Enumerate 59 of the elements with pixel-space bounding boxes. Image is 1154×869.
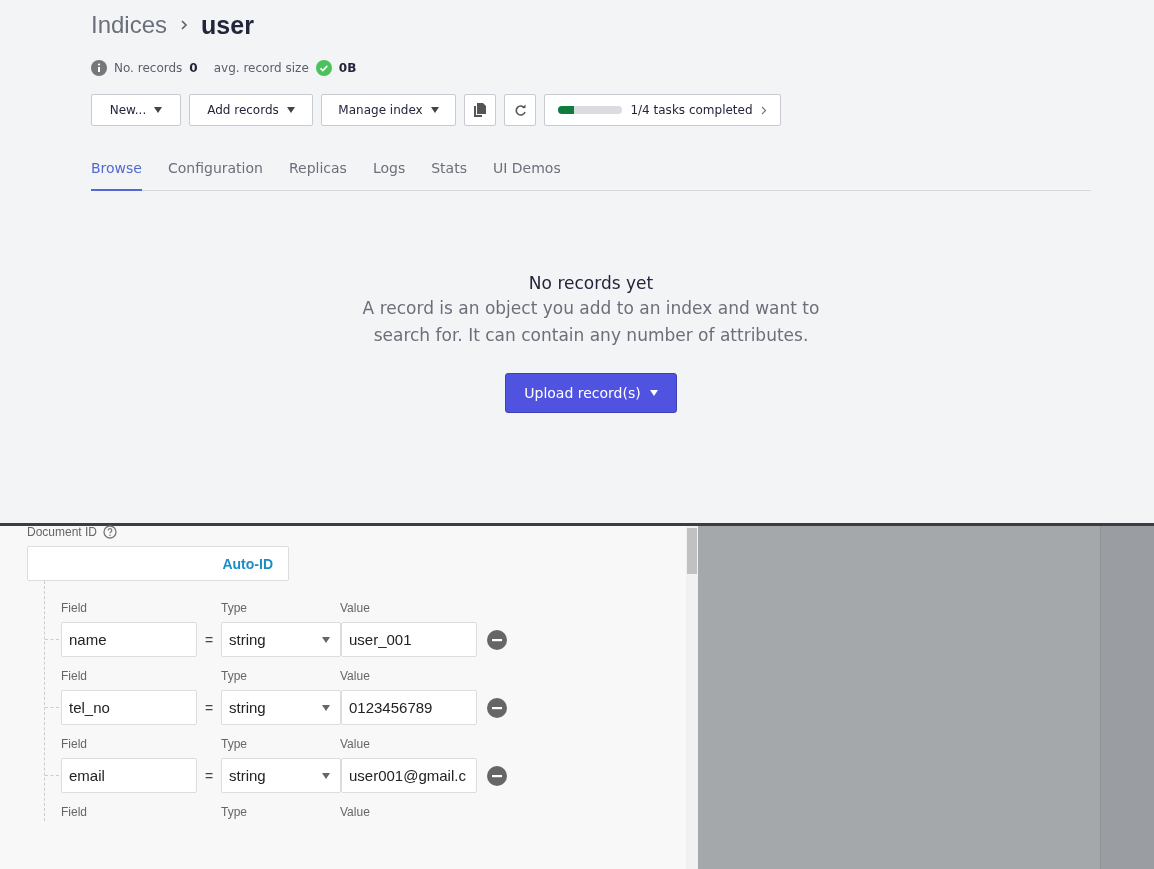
copy-button[interactable] (464, 94, 496, 126)
copy-icon (474, 103, 486, 117)
type-select[interactable]: string (221, 758, 341, 793)
scrollbar[interactable] (686, 526, 698, 869)
field-label: Type (221, 737, 248, 753)
value-input[interactable]: user001@gmail.c (341, 758, 477, 793)
tab[interactable]: Replicas (288, 160, 347, 191)
equals-sign: = (203, 631, 215, 648)
empty-state-description: A record is an object you add to an index and want to search for. It can contain any number of attributes. (361, 297, 821, 347)
check-circle-icon (315, 60, 332, 76)
field-label: Type (221, 669, 248, 685)
field-label: Value (340, 601, 370, 617)
chevron-right-icon (179, 19, 190, 31)
value-input[interactable]: 0123456789 (341, 690, 477, 725)
field-label: Type (221, 601, 248, 617)
field-label: Value (340, 805, 370, 821)
tab[interactable]: Logs (372, 160, 406, 191)
field-label: Field (61, 601, 88, 617)
info-icon (91, 60, 107, 76)
type-select[interactable]: string (221, 622, 341, 657)
field-name-input[interactable]: name (61, 622, 197, 657)
stat-label: avg. record size (213, 61, 309, 75)
value-input[interactable]: user_001 (341, 622, 477, 657)
equals-sign: = (203, 767, 215, 784)
tasks-button[interactable]: 1/4 tasks completed (544, 94, 781, 126)
refresh-icon (513, 103, 527, 117)
auto-id-button[interactable]: Auto-ID (222, 555, 273, 572)
field-label: Value (340, 737, 370, 753)
document-id-field[interactable]: Auto-ID (27, 546, 289, 581)
field-name-input[interactable]: tel_no (61, 690, 197, 725)
field-label: Field (61, 805, 88, 821)
tab[interactable]: Browse (91, 160, 142, 191)
field-label: Document ID (27, 525, 98, 539)
help-icon (103, 525, 118, 539)
page-title: user (201, 10, 254, 40)
equals-sign: = (203, 699, 215, 716)
upload-button[interactable]: Upload record(s) (505, 373, 677, 413)
type-select[interactable]: string (221, 690, 341, 725)
stat-label: No. records (114, 61, 183, 75)
stat-value: 0B (338, 61, 357, 75)
field-name-input[interactable]: email (61, 758, 197, 793)
dropdown-button[interactable]: Add records (189, 94, 313, 126)
empty-state-title: No records yet (528, 273, 654, 293)
chevron-right-icon (760, 105, 767, 115)
dropdown-button[interactable]: New... (91, 94, 181, 126)
breadcrumb-link[interactable]: Indices (91, 11, 168, 39)
stat-value: 0 (189, 61, 198, 75)
tab[interactable]: UI Demos (492, 160, 561, 191)
field-label: Field (61, 669, 88, 685)
remove-icon[interactable] (487, 629, 507, 650)
field-label: Field (61, 737, 88, 753)
remove-icon[interactable] (487, 697, 507, 718)
field-label: Type (221, 805, 248, 821)
remove-icon[interactable] (487, 765, 507, 786)
tab[interactable]: Configuration (168, 160, 263, 191)
refresh-button[interactable] (504, 94, 536, 126)
dropdown-button[interactable]: Manage index (321, 94, 456, 126)
tab[interactable]: Stats (431, 160, 467, 191)
field-label: Value (340, 669, 370, 685)
